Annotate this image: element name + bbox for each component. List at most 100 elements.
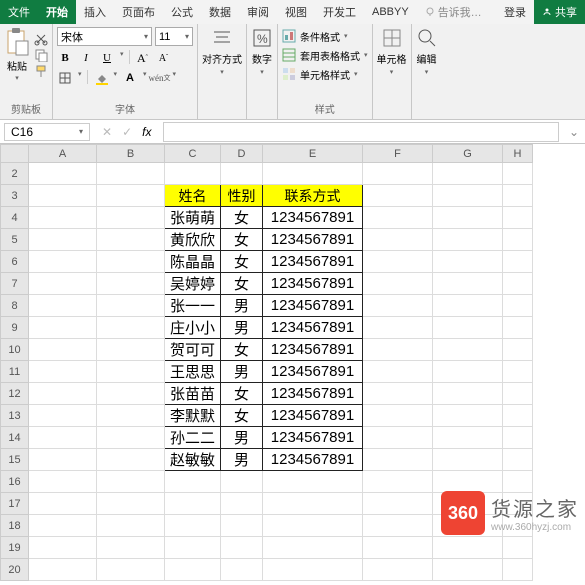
font-name-value: 宋体 <box>61 29 83 45</box>
styles-label: 样式 <box>315 99 335 119</box>
cells-button[interactable]: 单元格 ▾ <box>377 27 407 76</box>
row-header[interactable]: 17 <box>1 493 29 515</box>
alignment-button[interactable]: 对齐方式 ▾ <box>202 27 242 76</box>
tab-developer[interactable]: 开发工 <box>315 0 364 24</box>
group-clipboard: 粘贴 ▾ 剪贴板 <box>0 24 53 119</box>
col-H[interactable]: H <box>503 145 533 163</box>
chevron-down-icon: ▾ <box>425 68 429 76</box>
select-all-corner[interactable] <box>1 145 29 163</box>
paste-button[interactable]: 粘贴 ▾ <box>4 27 30 82</box>
col-D[interactable]: D <box>221 145 263 163</box>
row-header[interactable]: 3 <box>1 185 29 207</box>
expand-formula-icon[interactable]: ⌄ <box>563 125 585 139</box>
row-2: 2 <box>1 163 533 185</box>
row-header[interactable]: 2 <box>1 163 29 185</box>
spacer <box>425 103 428 119</box>
ribbon: 粘贴 ▾ 剪贴板 宋体▾ 11▾ B I U ▾ Aˆ A <box>0 24 585 120</box>
row-header[interactable]: 15 <box>1 449 29 471</box>
editing-button[interactable]: 编辑 ▾ <box>416 27 438 76</box>
row-3: 3姓名性别联系方式 <box>1 185 533 207</box>
row-header[interactable]: 20 <box>1 559 29 581</box>
tab-formulas[interactable]: 公式 <box>163 0 201 24</box>
row-header[interactable]: 11 <box>1 361 29 383</box>
name-box[interactable]: C16▾ <box>4 123 90 141</box>
tab-insert[interactable]: 插入 <box>76 0 114 24</box>
tab-file[interactable]: 文件 <box>0 0 38 24</box>
phonetic-button[interactable]: wén文 <box>152 70 168 86</box>
row-header[interactable]: 12 <box>1 383 29 405</box>
row-header[interactable]: 18 <box>1 515 29 537</box>
grow-font-button[interactable]: Aˆ <box>135 50 151 66</box>
chevron-down-icon[interactable]: ▾ <box>114 70 118 86</box>
tab-data[interactable]: 数据 <box>201 0 239 24</box>
row-14: 14孙二二男1234567891 <box>1 427 533 449</box>
tab-review[interactable]: 审阅 <box>239 0 277 24</box>
conditional-formatting[interactable]: 条件格式▾ <box>282 27 368 45</box>
row-header[interactable]: 5 <box>1 229 29 251</box>
format-as-table[interactable]: 套用表格格式▾ <box>282 46 368 64</box>
cancel-formula-icon[interactable]: ✕ <box>102 125 112 139</box>
row-header[interactable]: 8 <box>1 295 29 317</box>
chevron-down-icon[interactable]: ▾ <box>173 70 177 86</box>
fx-icon[interactable]: fx <box>142 125 151 139</box>
row-header[interactable]: 7 <box>1 273 29 295</box>
col-C[interactable]: C <box>165 145 221 163</box>
font-name-select[interactable]: 宋体▾ <box>57 27 152 46</box>
chevron-down-icon[interactable]: ▾ <box>78 70 82 86</box>
row-6: 6陈晶晶女1234567891 <box>1 251 533 273</box>
divider <box>129 50 130 64</box>
fill-color-button[interactable] <box>93 70 109 86</box>
chevron-down-icon[interactable]: ▾ <box>143 70 147 86</box>
tab-view[interactable]: 视图 <box>277 0 315 24</box>
shrink-font-button[interactable]: Aˇ <box>156 50 172 66</box>
chevron-down-icon[interactable]: ▾ <box>120 50 124 66</box>
col-B[interactable]: B <box>97 145 165 163</box>
row-header[interactable]: 6 <box>1 251 29 273</box>
paste-label: 粘贴 <box>7 58 27 73</box>
tell-me[interactable]: 告诉我… <box>417 0 490 24</box>
bold-button[interactable]: B <box>57 50 73 66</box>
border-button[interactable] <box>57 70 73 86</box>
number-format-button[interactable]: % 数字 ▾ <box>251 27 273 76</box>
row-header[interactable]: 4 <box>1 207 29 229</box>
tab-page-layout[interactable]: 页面布 <box>114 0 163 24</box>
bulb-icon <box>425 7 435 17</box>
paste-icon <box>4 27 30 57</box>
col-A[interactable]: A <box>29 145 97 163</box>
edit-label: 编辑 <box>417 51 437 66</box>
enter-formula-icon[interactable]: ✓ <box>122 125 132 139</box>
format-painter-icon[interactable] <box>34 64 48 78</box>
login-link[interactable]: 登录 <box>496 0 534 24</box>
worksheet-grid[interactable]: A B C D E F G H 23姓名性别联系方式4张萌萌女123456789… <box>0 144 585 585</box>
copy-icon[interactable] <box>34 48 48 62</box>
italic-button[interactable]: I <box>78 50 94 66</box>
row-11: 11王思思男1234567891 <box>1 361 533 383</box>
font-size-select[interactable]: 11▾ <box>155 27 193 46</box>
cells-label: 单元格 <box>377 51 407 66</box>
col-E[interactable]: E <box>263 145 363 163</box>
spacer <box>261 103 264 119</box>
cell-styles[interactable]: 单元格样式▾ <box>282 65 368 83</box>
row-header[interactable]: 16 <box>1 471 29 493</box>
font-color-button[interactable]: A <box>122 70 138 86</box>
chevron-down-icon: ▾ <box>260 68 264 76</box>
row-header[interactable]: 13 <box>1 405 29 427</box>
row-header[interactable]: 19 <box>1 537 29 559</box>
tab-abbyy[interactable]: ABBYY <box>364 0 417 24</box>
col-G[interactable]: G <box>433 145 503 163</box>
font-group-label: 字体 <box>115 99 135 119</box>
tab-home[interactable]: 开始 <box>38 0 76 24</box>
alignment-label: 对齐方式 <box>202 51 242 66</box>
watermark-url: www.360hyzj.com <box>491 522 579 533</box>
row-header[interactable]: 14 <box>1 427 29 449</box>
share-icon <box>542 7 552 17</box>
row-header[interactable]: 9 <box>1 317 29 339</box>
group-alignment: 对齐方式 ▾ <box>198 24 247 119</box>
formula-input[interactable] <box>163 122 558 142</box>
cut-icon[interactable] <box>34 32 48 46</box>
col-F[interactable]: F <box>363 145 433 163</box>
share-button[interactable]: 共享 <box>534 0 585 24</box>
row-header[interactable]: 10 <box>1 339 29 361</box>
divider <box>87 70 88 84</box>
underline-button[interactable]: U <box>99 50 115 66</box>
